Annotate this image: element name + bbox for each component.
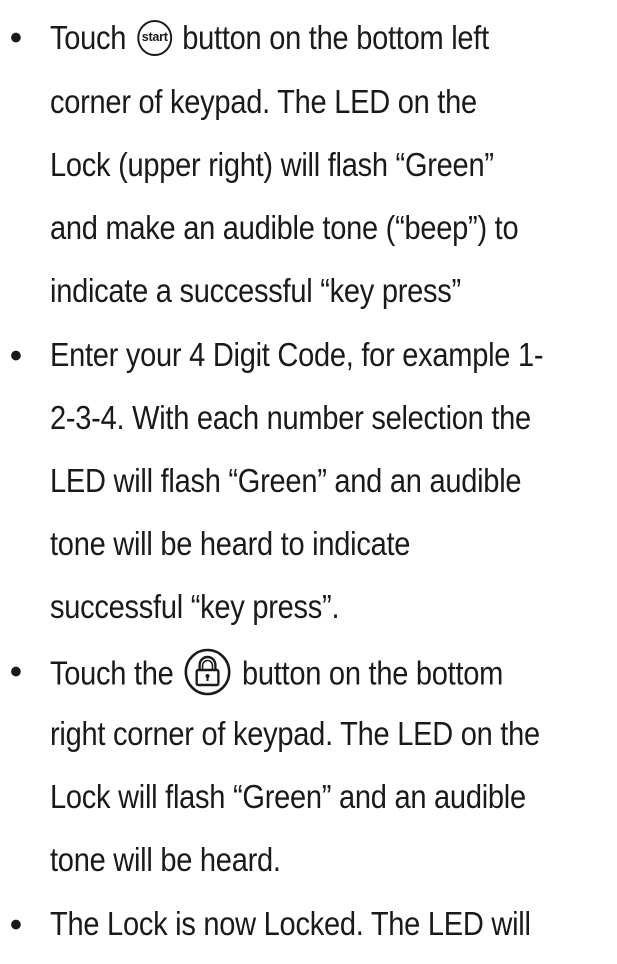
instruction-document: • Touch start button on the bottom left … (0, 0, 617, 964)
text-line: The Lock is now Locked. The LED will (50, 905, 531, 942)
start-button-icon: start (137, 20, 173, 57)
text-line: LED will flash “Green” and an audible (50, 462, 522, 499)
text-line: 2-3-4. With each number selection the (50, 399, 531, 436)
text-line: Enter your 4 Digit Code, for example 1- (50, 336, 544, 373)
text-line: right corner of keypad. The LED on the (50, 715, 540, 752)
text-line: successful “key press”. (50, 588, 340, 625)
bullet: • (10, 337, 22, 375)
bullet: • (10, 19, 22, 57)
text-line: Lock will flash “Green” and an audible (50, 778, 526, 815)
padlock-circle-icon (184, 648, 231, 696)
bullet: • (10, 653, 22, 691)
bullet: • (10, 906, 22, 944)
text-line: corner of keypad. The LED on the (50, 83, 477, 120)
text-line: Lock (upper right) will flash “Green” (50, 146, 494, 183)
text-line: tone will be heard to indicate (50, 525, 411, 562)
text-line: Touch the button on the bottom (50, 648, 503, 700)
text-line: tone will be heard. (50, 841, 281, 878)
text-line: and make an audible tone (“beep”) to (50, 209, 519, 246)
text-line: indicate a successful “key press” (50, 272, 461, 309)
text-line: Touch start button on the bottom left (50, 19, 489, 57)
